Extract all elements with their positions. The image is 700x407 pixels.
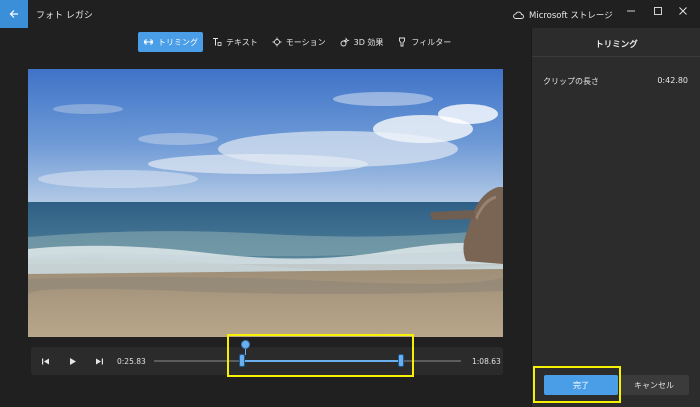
step-back-icon: [41, 358, 49, 364]
tab-filter[interactable]: フィルター: [392, 32, 456, 52]
tab-motion-label: モーション: [285, 37, 326, 47]
tab-text-label: テキスト: [226, 37, 258, 47]
step-forward-icon: [95, 358, 103, 364]
current-time: 0:25.83: [117, 357, 146, 366]
clip-length-label: クリップの長さ: [543, 77, 599, 86]
cloud-icon: [513, 11, 524, 19]
previous-frame-button[interactable]: [38, 354, 52, 368]
end-time: 1:08.63: [472, 357, 501, 366]
title-bar: フォト レガシ Microsoft ストレージ: [0, 0, 700, 28]
back-button[interactable]: [0, 0, 28, 28]
tab-trim-label: トリミング: [158, 37, 198, 47]
video-preview[interactable]: [28, 69, 503, 337]
play-button[interactable]: [65, 354, 79, 368]
next-frame-button[interactable]: [92, 354, 106, 368]
maximize-icon: [654, 7, 662, 15]
tab-motion[interactable]: モーション: [267, 32, 331, 52]
app-title: フォト レガシ: [36, 11, 93, 21]
minimize-icon: [627, 10, 635, 12]
motion-icon: [272, 37, 282, 47]
back-arrow-icon: [9, 10, 18, 18]
panel-title: トリミング: [595, 40, 638, 50]
close-icon: [679, 7, 687, 15]
cancel-button[interactable]: キャンセル: [619, 375, 689, 395]
edit-toolbar: トリミング テキスト モーション 3D 効果 フィルター: [138, 32, 456, 52]
filter-icon: [399, 37, 406, 47]
done-highlight-box: [533, 366, 621, 403]
tab-3d-effects[interactable]: 3D 効果: [335, 32, 389, 52]
play-icon: [69, 357, 76, 365]
beach-scene-image: [28, 69, 503, 337]
trim-icon: [143, 39, 154, 45]
tab-trim[interactable]: トリミング: [138, 32, 203, 52]
trim-highlight-box: [227, 334, 414, 377]
tab-3d-effects-label: 3D 効果: [353, 37, 384, 47]
close-button[interactable]: [666, 0, 700, 22]
clip-length-value: 0:42.80: [657, 76, 688, 85]
tab-filter-label: フィルター: [411, 37, 452, 47]
3d-effects-icon: [340, 37, 350, 47]
trim-panel: トリミング クリップの長さ 0:42.80 完了 キャンセル: [531, 28, 700, 407]
storage-indicator[interactable]: Microsoft ストレージ: [513, 9, 613, 21]
tab-text[interactable]: テキスト: [207, 32, 263, 52]
storage-label: Microsoft ストレージ: [529, 11, 613, 21]
text-icon: [213, 38, 222, 46]
panel-divider: [532, 56, 700, 57]
